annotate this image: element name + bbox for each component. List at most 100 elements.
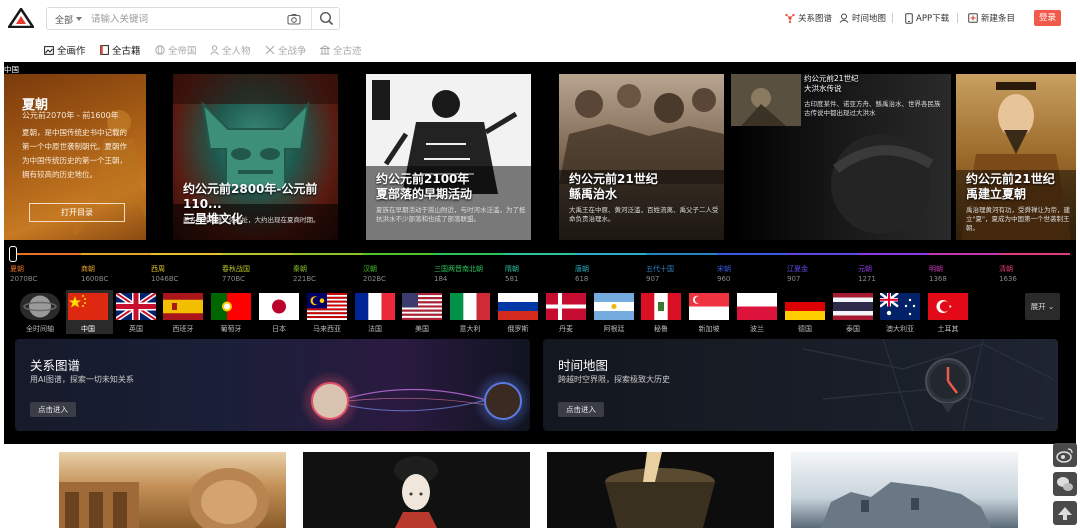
dynasty-year: 184 (434, 275, 448, 283)
gallery-item[interactable] (59, 452, 286, 528)
country-label[interactable]: 马来西亚 (303, 324, 351, 334)
timeline-dynasty[interactable]: 明朝 1368 (929, 264, 947, 284)
flag-my-icon[interactable] (307, 293, 347, 320)
open-catalog-button[interactable]: 打开目录 (29, 203, 125, 222)
country-label[interactable]: 英国 (112, 324, 160, 334)
flag-us-icon[interactable] (402, 293, 442, 320)
category-monuments[interactable]: 全古迹 (320, 43, 362, 57)
category-empires[interactable]: 全帝国 (155, 43, 197, 57)
time-map-panel[interactable]: 时间地图 跨越时空界限，探索极致大历史 点击进入 (543, 339, 1058, 431)
country-label[interactable]: 新加坡 (685, 324, 733, 334)
gallery-item[interactable] (547, 452, 774, 528)
timeline-dynasty[interactable]: 三国两晋南北朝 184 (434, 264, 483, 284)
country-label[interactable]: 澳大利亚 (876, 324, 924, 334)
wechat-share-button[interactable] (1053, 472, 1077, 496)
country-label[interactable]: 日本 (255, 324, 303, 334)
event-card[interactable]: 约公元前21世纪 鲧禹治水 大禹王在中原、黄河泛滥，百姓流离、禹父子二人受命负责… (559, 74, 724, 240)
country-label[interactable]: 俄罗斯 (494, 324, 542, 334)
country-label[interactable]: 美国 (398, 324, 446, 334)
enter-relation-graph-button[interactable]: 点击进入 (30, 402, 76, 417)
flag-es-icon[interactable] (163, 293, 203, 320)
dynasty-name: 秦朝 (293, 265, 307, 273)
timeline-dynasty[interactable]: 夏朝 2070BC (10, 264, 37, 284)
timeline-dynasty[interactable]: 汉朝 202BC (363, 264, 386, 284)
country-label[interactable]: 阿根廷 (590, 324, 638, 334)
country-label[interactable]: 丹麦 (542, 324, 590, 334)
search-input[interactable] (91, 11, 275, 27)
event-card[interactable]: 约公元前2100年 夏部落的早期活动 夏族在早期活动于嵩山附近，与时河水泛滥，为… (366, 74, 531, 240)
timeline-dynasty[interactable]: 清朝 1636 (999, 264, 1017, 284)
dynasty-name: 明朝 (929, 265, 943, 273)
country-label[interactable]: 泰国 (829, 324, 877, 334)
flag-it-icon[interactable] (450, 293, 490, 320)
timeline-dynasty[interactable]: 秦朝 221BC (293, 264, 316, 284)
country-label[interactable]: 意大利 (446, 324, 494, 334)
timeline-dynasty[interactable]: 宋朝 960 (717, 264, 731, 284)
timeline-dynasty[interactable]: 商朝 1600BC (81, 264, 108, 284)
timeline-dynasty[interactable]: 西周 1046BC (151, 264, 178, 284)
timeline-dynasty[interactable]: 元朝 1271 (858, 264, 876, 284)
temple-icon (320, 45, 330, 55)
gallery-item[interactable] (303, 452, 530, 528)
flag-pt-icon[interactable] (211, 293, 251, 320)
flag-au-icon[interactable] (880, 293, 920, 320)
event-card[interactable]: 约公元前2800年-公元前110... 三星堆文化 著名的青铜器文化遗址，大约出… (173, 74, 338, 240)
back-to-top-button[interactable] (1053, 501, 1077, 525)
camera-icon[interactable] (287, 13, 301, 25)
category-paintings[interactable]: 全画作 (44, 43, 86, 57)
flag-cn-icon[interactable] (68, 293, 108, 320)
category-wars[interactable]: 全战争 (265, 43, 307, 57)
nav-relation-graph[interactable]: 关系图谱 (785, 12, 832, 24)
flag-globe-icon[interactable] (20, 293, 60, 320)
dynasty-year: 770BC (222, 275, 245, 283)
flag-de-icon[interactable] (785, 293, 825, 320)
enter-time-map-button[interactable]: 点击进入 (558, 402, 604, 417)
flag-tr-icon[interactable] (928, 293, 968, 320)
timeline-dynasty[interactable]: 春秋战国 770BC (222, 264, 250, 284)
category-people[interactable]: 全人物 (210, 43, 251, 57)
nav-time-map[interactable]: 时间地图 (839, 12, 886, 24)
country-label[interactable]: 中国 (64, 324, 112, 334)
person-icon (210, 45, 219, 55)
timeline-segment (646, 253, 717, 255)
country-label[interactable]: 土耳其 (924, 324, 972, 334)
card-description: 大禹王在中原、黄河泛滥，百姓流离、禹父子二人受命负责治理水。 (569, 206, 719, 223)
flag-gb-icon[interactable] (116, 293, 156, 320)
flag-ar-icon[interactable] (594, 293, 634, 320)
flag-pe-icon[interactable] (641, 293, 681, 320)
timeline-slider-handle[interactable] (9, 246, 17, 262)
category-ancient-books[interactable]: 全古籍 (100, 43, 141, 57)
search-button[interactable] (311, 8, 340, 29)
weibo-share-button[interactable] (1053, 443, 1077, 467)
flag-fr-icon[interactable] (355, 293, 395, 320)
country-label[interactable]: 德国 (781, 324, 829, 334)
country-label[interactable]: 秘鲁 (637, 324, 685, 334)
search-scope-select[interactable]: 全部 (55, 13, 73, 26)
timeline-dynasty[interactable]: 五代十国 907 (646, 264, 674, 284)
flag-sg-icon[interactable] (689, 293, 729, 320)
nav-app-download[interactable]: APP下载 (905, 12, 949, 24)
country-label[interactable]: 全时间轴 (16, 324, 64, 334)
country-label[interactable]: 葡萄牙 (207, 324, 255, 334)
gallery-item[interactable] (791, 452, 1018, 528)
timeline-dynasty[interactable]: 辽夏金 907 (787, 264, 808, 284)
event-card[interactable]: 约公元前21世纪 大洪水传说 古印度某件、诺亚方舟、鲧禹治水、世界各民族古传说中… (731, 74, 951, 240)
flag-dk-icon[interactable] (546, 293, 586, 320)
flag-pl-icon[interactable] (737, 293, 777, 320)
country-label[interactable]: 西班牙 (159, 324, 207, 334)
country-label[interactable]: 波兰 (733, 324, 781, 334)
flag-th-icon[interactable] (833, 293, 873, 320)
country-label[interactable]: 法国 (351, 324, 399, 334)
flag-jp-icon[interactable] (259, 293, 299, 320)
expand-countries-button[interactable]: 展开 ⌄ (1025, 293, 1060, 320)
nav-new-entry[interactable]: 新建条目 (968, 12, 1015, 24)
event-card[interactable]: 约公元前21世纪 禹建立夏朝 禹治理黄河有功，受舜禅让为帝，建立"夏"，夏成为中… (956, 74, 1076, 240)
timeline-dynasty[interactable]: 隋朝 581 (505, 264, 519, 284)
relation-graph-panel[interactable]: 关系图谱 用AI图谱，探索一切未知关系 点击进入 (15, 339, 530, 431)
timeline-segment (151, 253, 222, 255)
flag-ru-icon[interactable] (498, 293, 538, 320)
dynasty-year: 202BC (363, 275, 386, 283)
logo-icon[interactable] (8, 8, 34, 28)
timeline-dynasty[interactable]: 唐朝 618 (575, 264, 589, 284)
login-button[interactable]: 登录 (1034, 10, 1061, 26)
